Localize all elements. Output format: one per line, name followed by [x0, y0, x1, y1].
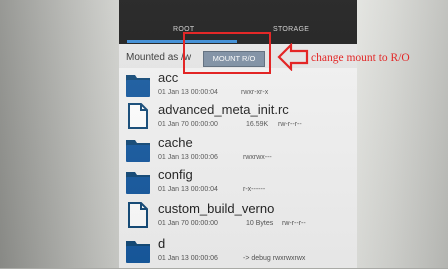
file-list-item[interactable]: cache 01 Jan 13 00:00:06 rwxrwx---	[119, 133, 357, 165]
file-date: 01 Jan 13 00:00:06	[158, 154, 218, 161]
phone-right-edge	[357, 0, 448, 268]
folder-icon	[125, 236, 151, 264]
file-permissions: r-x------	[243, 186, 266, 193]
folder-icon	[125, 167, 151, 195]
file-permissions: rwxr-xr-x	[241, 89, 269, 96]
file-date: 01 Jan 13 00:00:04	[158, 186, 218, 193]
file-list-item[interactable]: config 01 Jan 13 00:00:04 r-x------	[119, 165, 357, 197]
file-icon	[125, 201, 151, 229]
file-permissions: rw-r--r--	[282, 220, 306, 227]
file-name: acc	[158, 70, 179, 85]
file-date: 01 Jan 70 00:00:00	[158, 121, 218, 128]
file-name: cache	[158, 135, 193, 150]
phone-left-edge	[0, 0, 119, 268]
annotation-arrow-icon	[277, 43, 309, 71]
file-icon	[125, 102, 151, 130]
file-permissions: rwxrwx---	[243, 154, 272, 161]
file-permissions: rw-r--r--	[278, 121, 302, 128]
file-list-item[interactable]: custom_build_verno 01 Jan 70 00:00:00 10 B…	[119, 199, 357, 231]
file-list-item[interactable]: advanced_meta_init.rc 01 Jan 70 00:00:00 1…	[119, 100, 357, 132]
folder-icon	[125, 70, 151, 98]
file-permissions: -> debug rwxrwxrwx	[243, 255, 306, 262]
file-name: custom_build_verno	[158, 201, 275, 216]
file-size: 16.59K	[246, 121, 269, 128]
annotation-text: change mount to R/O	[311, 52, 410, 64]
file-name: config	[158, 167, 193, 182]
file-size: 10 Bytes	[246, 220, 274, 227]
file-date: 01 Jan 70 00:00:00	[158, 220, 218, 227]
annotation-highlight-box	[183, 32, 271, 74]
file-date: 01 Jan 13 00:00:04	[158, 89, 218, 96]
tab-storage[interactable]: STORAGE	[273, 26, 309, 33]
file-date: 01 Jan 13 00:00:06	[158, 255, 218, 262]
mounted-as-label: Mounted as /w	[126, 52, 192, 63]
folder-icon	[125, 135, 151, 163]
file-list-item[interactable]: d 01 Jan 13 00:00:06 -> debug rwxrwxrwx	[119, 234, 357, 266]
file-name: d	[158, 236, 166, 251]
file-name: advanced_meta_init.rc	[158, 102, 289, 117]
